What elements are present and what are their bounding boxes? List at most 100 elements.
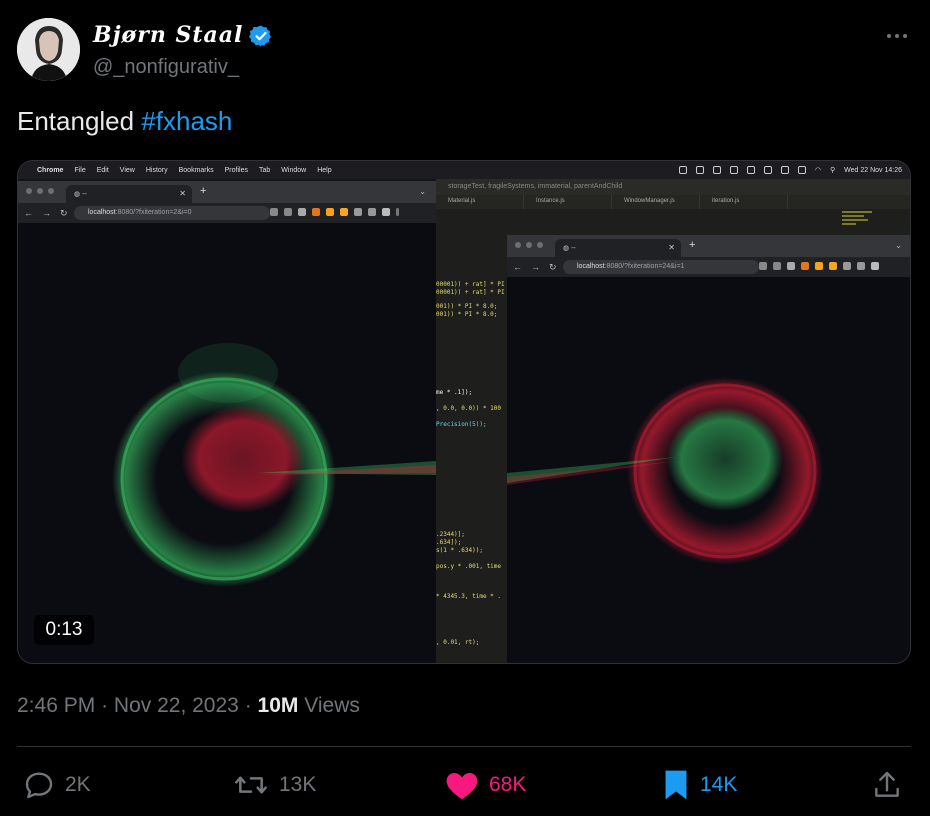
- browser-toolbar: ← → ↻ localhost:8080/?fxiteration=2&i=0: [18, 203, 436, 223]
- share-icon[interactable]: [759, 262, 767, 270]
- chevron-down-icon[interactable]: ⌄: [419, 187, 426, 196]
- globe-icon: ◍: [563, 245, 570, 252]
- browser-window-left: ◍ -- ✕ + ⌄ ← → ↻ localhost:8080/?fxitera…: [18, 181, 436, 663]
- reload-icon[interactable]: ↻: [549, 262, 557, 273]
- address-bar[interactable]: localhost:8080/?fxiteration=2&i=0: [74, 206, 270, 220]
- editor-tab: Material.js: [436, 195, 524, 209]
- new-tab-icon[interactable]: +: [689, 239, 695, 251]
- status-icon: [678, 166, 687, 174]
- status-icon: [780, 166, 789, 174]
- extension-icon[interactable]: [815, 262, 823, 270]
- code-line: s(1 * .634));: [436, 547, 483, 554]
- menubar-clock: Wed 22 Nov 14:26: [844, 166, 902, 174]
- url-path: :8080/?fxiteration=24&i=1: [604, 263, 685, 270]
- star-icon[interactable]: [773, 262, 781, 270]
- verified-badge-icon: [249, 25, 271, 47]
- video-media[interactable]: Chrome File Edit View History Bookmarks …: [17, 160, 911, 664]
- menubar-item: Bookmarks: [178, 166, 214, 174]
- metamask-icon[interactable]: [801, 262, 809, 270]
- hashtag-link[interactable]: #fxhash: [141, 106, 232, 136]
- reload-icon[interactable]: ↻: [60, 208, 68, 219]
- avatar[interactable]: [17, 18, 80, 81]
- globe-icon: ◍: [74, 191, 81, 198]
- share-button[interactable]: [871, 767, 903, 803]
- nav-buttons: ← → ↻: [24, 208, 68, 219]
- browser-tabbar: ◍ -- ✕ + ⌄: [507, 235, 910, 257]
- nav-buttons: ← → ↻: [513, 262, 557, 273]
- status-icon: [797, 166, 806, 174]
- tab-title: --: [82, 191, 87, 198]
- url-host: localhost: [577, 263, 605, 270]
- browser-toolbar: ← → ↻ localhost:8080/?fxiteration=24&i=1: [507, 257, 910, 277]
- editor-tab: iteration.js: [700, 195, 788, 209]
- forward-icon[interactable]: →: [531, 262, 540, 273]
- extension-icon[interactable]: [829, 262, 837, 270]
- menubar-item: Edit: [96, 166, 109, 174]
- author-handle[interactable]: @_nonfigurativ_: [93, 56, 239, 79]
- extension-icons: [759, 262, 879, 270]
- tweet-time[interactable]: 2:46 PM: [17, 694, 95, 717]
- reply-count: 2K: [65, 773, 91, 796]
- bookmark-icon: [665, 770, 687, 800]
- menubar-item: Help: [317, 166, 332, 174]
- tweet-header: Bjørn Staal @_nonfigurativ_: [17, 18, 913, 82]
- tweet-text: Entangled #fxhash: [17, 106, 232, 137]
- particle-render-left: [112, 343, 436, 587]
- more-options-icon[interactable]: [883, 22, 911, 50]
- chevron-down-icon[interactable]: ⌄: [895, 241, 902, 250]
- code-line: Precision(5));: [436, 421, 487, 428]
- extension-icon[interactable]: [298, 208, 306, 216]
- back-icon[interactable]: ←: [24, 208, 33, 219]
- puzzle-icon[interactable]: [354, 208, 362, 216]
- divider: [17, 746, 911, 747]
- metamask-icon[interactable]: [312, 208, 320, 216]
- new-tab-icon[interactable]: +: [200, 185, 206, 197]
- extension-icon[interactable]: [326, 208, 334, 216]
- wifi-icon: ◠: [814, 167, 821, 174]
- profile-icon[interactable]: [871, 262, 879, 270]
- sidebar-icon[interactable]: [368, 208, 376, 216]
- browser-tab[interactable]: ◍ -- ✕: [66, 185, 192, 203]
- editor-tabs: Material.js Instance.js WindowManager.js…: [436, 195, 910, 209]
- sidebar-icon[interactable]: [857, 262, 865, 270]
- browser-window-right: ◍ -- ✕ + ⌄ ← → ↻ localhost:8080/?fxitera…: [507, 235, 910, 663]
- browser-tab[interactable]: ◍ -- ✕: [555, 239, 681, 257]
- views-count: 10M: [257, 694, 299, 717]
- views-label: Views: [298, 694, 360, 717]
- video-duration-badge: 0:13: [34, 615, 94, 645]
- close-tab-icon[interactable]: ✕: [668, 243, 675, 252]
- star-icon[interactable]: [284, 208, 292, 216]
- share-icon[interactable]: [270, 208, 278, 216]
- profile-icon[interactable]: [382, 208, 390, 216]
- particle-render-right: [507, 377, 823, 565]
- kebab-menu-icon[interactable]: [396, 208, 399, 216]
- close-tab-icon[interactable]: ✕: [179, 189, 186, 198]
- meta-separator: ·: [101, 694, 109, 717]
- like-button[interactable]: 68K: [445, 767, 526, 803]
- status-icon: [763, 166, 772, 174]
- repost-button[interactable]: 13K: [233, 767, 316, 803]
- tab-title: --: [571, 245, 576, 252]
- author-name[interactable]: Bjørn Staal: [93, 22, 243, 48]
- tweet-body: Entangled: [17, 106, 142, 136]
- menubar-item: Tab: [258, 166, 271, 174]
- address-bar[interactable]: localhost:8080/?fxiteration=24&i=1: [563, 260, 759, 274]
- back-icon[interactable]: ←: [513, 262, 522, 273]
- menubar-app-name: Chrome: [37, 166, 64, 174]
- puzzle-icon[interactable]: [843, 262, 851, 270]
- code-line: 001)) * PI * 8.0;: [436, 303, 498, 310]
- repost-icon: [235, 776, 267, 794]
- window-controls[interactable]: [26, 188, 54, 194]
- extension-icon[interactable]: [787, 262, 795, 270]
- code-line: * 4345.3, time * .: [436, 593, 502, 600]
- status-icon: [695, 166, 704, 174]
- code-line: , 0.01, rt);: [436, 639, 480, 646]
- bookmark-button[interactable]: 14K: [662, 767, 737, 803]
- repost-count: 13K: [279, 773, 317, 796]
- tweet-date[interactable]: Nov 22, 2023: [114, 694, 239, 717]
- reply-button[interactable]: 2K: [23, 767, 91, 803]
- editor-tab: WindowManager.js: [612, 195, 700, 209]
- forward-icon[interactable]: →: [42, 208, 51, 219]
- window-controls[interactable]: [515, 242, 543, 248]
- extension-icon[interactable]: [340, 208, 348, 216]
